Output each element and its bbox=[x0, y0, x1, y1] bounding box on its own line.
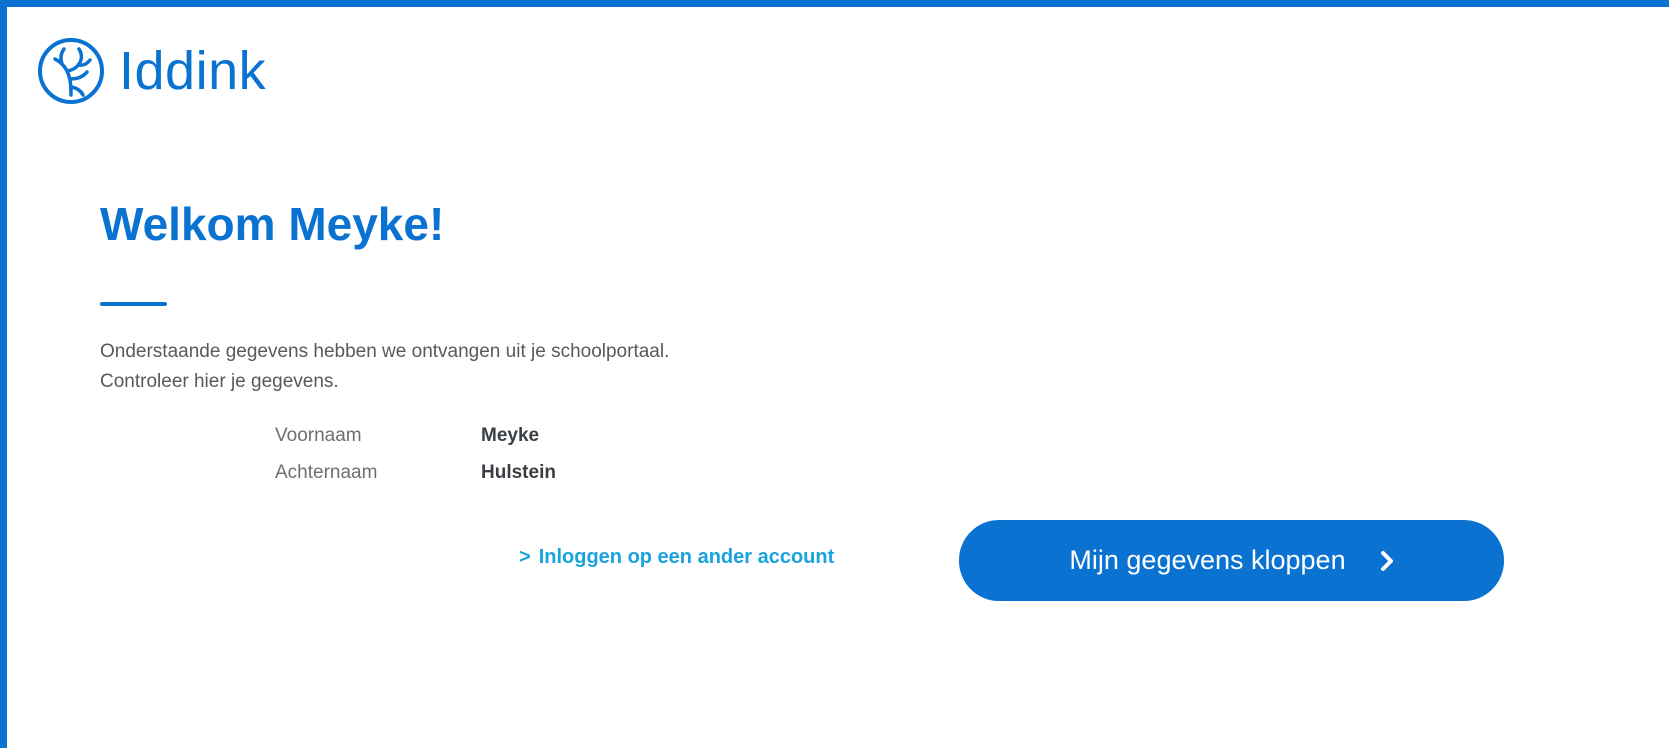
confirm-details-button[interactable]: Mijn gegevens kloppen bbox=[959, 520, 1504, 601]
first-name-label: Voornaam bbox=[275, 424, 362, 446]
brand-name: Iddink bbox=[119, 41, 267, 101]
page-frame: Iddink Welkom Meyke! Onderstaande gegeve… bbox=[0, 0, 1669, 748]
chevron-right-icon bbox=[1380, 550, 1393, 571]
brand-logo[interactable]: Iddink bbox=[37, 35, 266, 107]
deer-antler-logo-icon bbox=[38, 38, 104, 104]
title-underline-divider bbox=[100, 302, 167, 306]
intro-text: Onderstaande gegevens hebben we ontvange… bbox=[100, 337, 1000, 397]
page-title: Welkom Meyke! bbox=[100, 198, 445, 250]
first-name-value: Meyke bbox=[481, 424, 540, 446]
chevron-right-small-icon: > bbox=[519, 546, 531, 568]
last-name-label: Achternaam bbox=[275, 461, 378, 483]
login-other-account-link[interactable]: > Inloggen op een ander account bbox=[519, 546, 834, 569]
last-name-value: Hulstein bbox=[481, 461, 556, 483]
login-other-account-label: Inloggen op een ander account bbox=[538, 546, 835, 568]
confirm-details-label: Mijn gegevens kloppen bbox=[1069, 545, 1346, 575]
intro-line-2: Controleer hier je gegevens. bbox=[100, 371, 339, 392]
detail-row-last-name: Achternaam Hulstein bbox=[275, 454, 556, 491]
detail-row-first-name: Voornaam Meyke bbox=[275, 417, 556, 454]
intro-line-1: Onderstaande gegevens hebben we ontvange… bbox=[100, 341, 670, 362]
user-details: Voornaam Meyke Achternaam Hulstein bbox=[275, 417, 556, 491]
